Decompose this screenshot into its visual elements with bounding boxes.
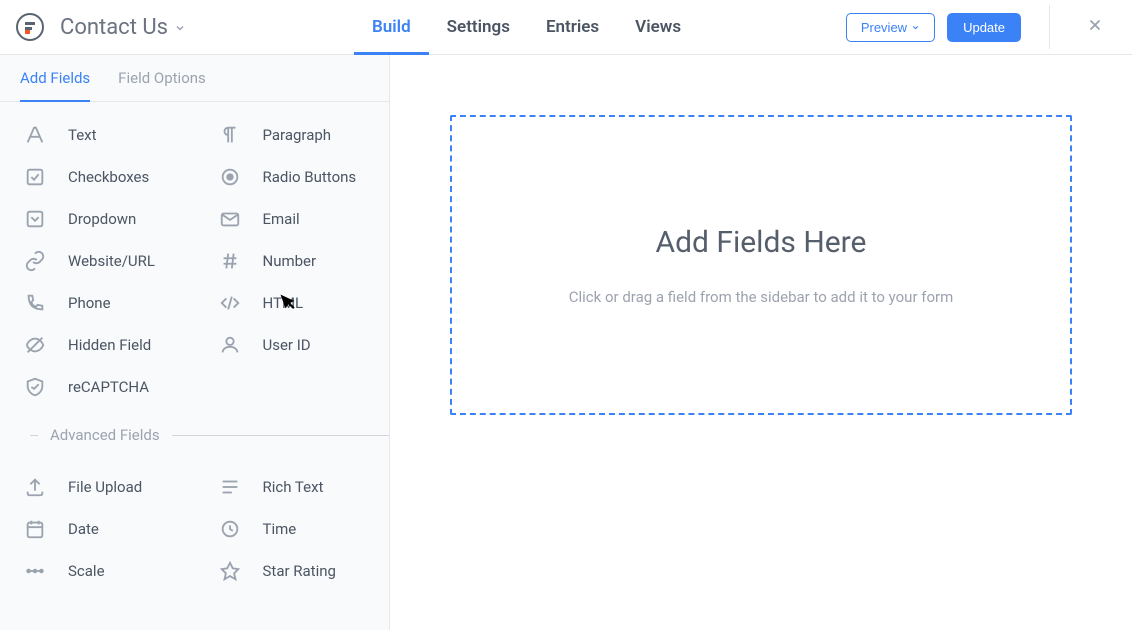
star-icon	[219, 560, 241, 582]
field-user-id[interactable]: User ID	[195, 324, 390, 366]
shield-icon	[24, 376, 46, 398]
field-label: Phone	[68, 294, 111, 312]
field-label: Website/URL	[68, 252, 155, 270]
field-email[interactable]: Email	[195, 198, 390, 240]
hash-icon	[219, 250, 241, 272]
dropzone-title: Add Fields Here	[656, 225, 867, 260]
field-checkboxes[interactable]: Checkboxes	[0, 156, 195, 198]
advanced-fields-header: Advanced Fields	[0, 416, 389, 454]
topbar-actions: Preview Update	[846, 5, 1112, 49]
divider	[1049, 5, 1050, 49]
form-title[interactable]: Contact Us	[60, 15, 186, 40]
field-label: Date	[68, 520, 99, 538]
code-icon	[219, 292, 241, 314]
field-label: Time	[263, 520, 297, 538]
radio-icon	[219, 166, 241, 188]
advanced-fields-label: Advanced Fields	[50, 426, 160, 444]
field-phone[interactable]: Phone	[0, 282, 195, 324]
field-date[interactable]: Date	[0, 508, 195, 550]
tab-entries[interactable]: Entries	[528, 0, 617, 54]
sidebar-tabs: Add Fields Field Options	[0, 55, 389, 102]
field-label: HTML	[263, 294, 304, 312]
sidebar-tab-field-options[interactable]: Field Options	[118, 55, 206, 101]
field-paragraph[interactable]: Paragraph	[195, 114, 390, 156]
field-text[interactable]: Text	[0, 114, 195, 156]
field-radio-buttons[interactable]: Radio Buttons	[195, 156, 390, 198]
basic-fields-grid: Text Paragraph Checkboxes Radio Buttons …	[0, 102, 389, 416]
field-label: reCAPTCHA	[68, 378, 149, 396]
tab-views[interactable]: Views	[617, 0, 699, 54]
chevron-down-icon	[174, 15, 186, 40]
calendar-icon	[24, 518, 46, 540]
advanced-fields-grid: File Upload Rich Text Date Time Scale St	[0, 454, 389, 600]
upload-icon	[24, 476, 46, 498]
field-label: Star Rating	[263, 562, 336, 580]
update-button[interactable]: Update	[947, 13, 1021, 42]
field-rich-text[interactable]: Rich Text	[195, 466, 390, 508]
field-label: Email	[263, 210, 300, 228]
field-label: Scale	[68, 562, 105, 580]
scale-icon	[24, 560, 46, 582]
dropdown-icon	[24, 208, 46, 230]
field-recaptcha[interactable]: reCAPTCHA	[0, 366, 195, 408]
field-html[interactable]: HTML	[195, 282, 390, 324]
field-file-upload[interactable]: File Upload	[0, 466, 195, 508]
field-label: Paragraph	[263, 126, 332, 144]
field-label: User ID	[263, 336, 311, 354]
field-time[interactable]: Time	[195, 508, 390, 550]
field-star-rating[interactable]: Star Rating	[195, 550, 390, 592]
form-canvas: Add Fields Here Click or drag a field fr…	[390, 55, 1132, 630]
field-label: File Upload	[68, 478, 142, 496]
user-icon	[219, 334, 241, 356]
main-tabs: Build Settings Entries Views	[354, 0, 699, 54]
tab-settings[interactable]: Settings	[429, 0, 528, 54]
link-icon	[24, 250, 46, 272]
app-logo[interactable]	[16, 13, 44, 41]
field-label: Number	[263, 252, 317, 270]
field-label: Hidden Field	[68, 336, 151, 354]
field-scale[interactable]: Scale	[0, 550, 195, 592]
topbar: Contact Us Build Settings Entries Views …	[0, 0, 1132, 55]
field-label: Dropdown	[68, 210, 136, 228]
field-number[interactable]: Number	[195, 240, 390, 282]
paragraph-icon	[219, 124, 241, 146]
dropzone-subtitle: Click or drag a field from the sidebar t…	[569, 288, 954, 306]
field-label: Radio Buttons	[263, 168, 357, 186]
sidebar: Add Fields Field Options Text Paragraph …	[0, 55, 390, 630]
field-hidden[interactable]: Hidden Field	[0, 324, 195, 366]
email-icon	[219, 208, 241, 230]
sidebar-tab-add-fields[interactable]: Add Fields	[20, 55, 90, 101]
dropzone[interactable]: Add Fields Here Click or drag a field fr…	[450, 115, 1072, 415]
close-button[interactable]	[1078, 11, 1112, 44]
field-dropdown[interactable]: Dropdown	[0, 198, 195, 240]
richtext-icon	[219, 476, 241, 498]
checkbox-icon	[24, 166, 46, 188]
field-label: Checkboxes	[68, 168, 149, 186]
preview-button[interactable]: Preview	[846, 13, 935, 42]
chevron-down-icon	[911, 20, 920, 35]
tab-build[interactable]: Build	[354, 0, 429, 54]
content: Add Fields Field Options Text Paragraph …	[0, 55, 1132, 630]
field-label: Rich Text	[263, 478, 324, 496]
field-label: Text	[68, 126, 97, 144]
phone-icon	[24, 292, 46, 314]
text-icon	[24, 124, 46, 146]
field-website-url[interactable]: Website/URL	[0, 240, 195, 282]
clock-icon	[219, 518, 241, 540]
form-title-text: Contact Us	[60, 15, 168, 40]
preview-label: Preview	[861, 20, 907, 35]
hidden-icon	[24, 334, 46, 356]
